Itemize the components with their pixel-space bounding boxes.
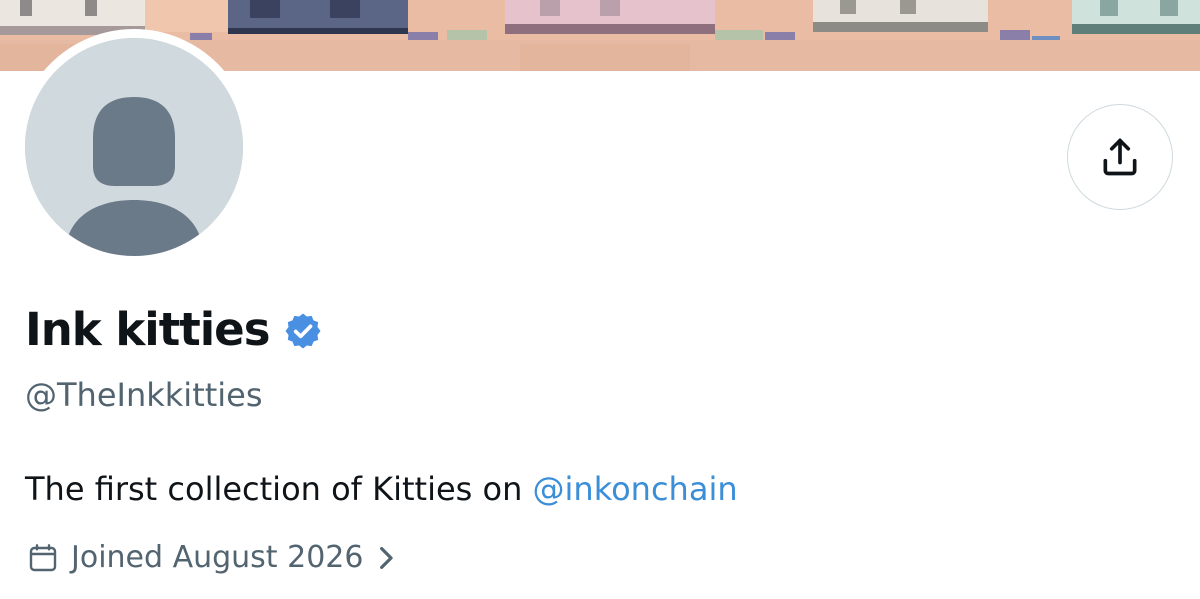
calendar-icon [29, 544, 57, 572]
share-upload-icon [1103, 138, 1137, 176]
bio-mention-link[interactable]: @inkonchain [533, 470, 738, 508]
profile-name-row: Ink kitties [25, 298, 323, 362]
joined-date-text: Joined August 2026 [71, 540, 364, 575]
chevron-right-icon [380, 547, 394, 569]
profile-handle: @TheInkkitties [25, 376, 263, 414]
joined-date-row[interactable]: Joined August 2026 [27, 536, 395, 580]
avatar-frame[interactable] [16, 29, 252, 265]
display-name: Ink kitties [25, 303, 270, 356]
bio-text: The first collection of Kitties on [25, 470, 533, 508]
verified-badge-icon[interactable] [283, 311, 323, 351]
avatar[interactable] [25, 38, 243, 256]
profile-bio: The first collection of Kitties on @inko… [25, 466, 738, 512]
default-avatar-silhouette-icon [25, 38, 243, 256]
share-button[interactable] [1067, 104, 1173, 210]
